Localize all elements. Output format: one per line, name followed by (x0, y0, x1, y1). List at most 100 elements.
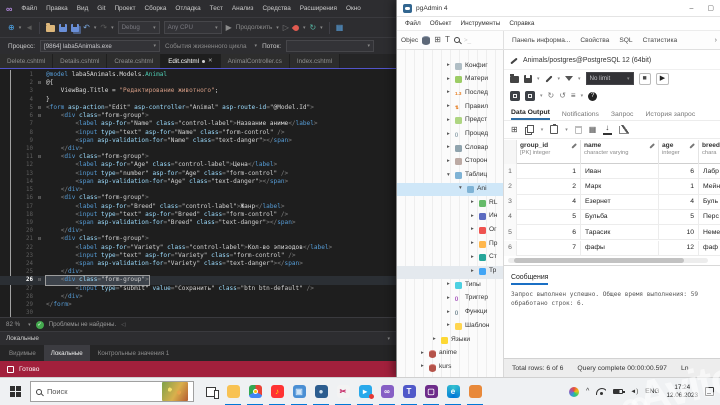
scrollbar-thumb[interactable] (514, 258, 684, 263)
tree-item[interactable]: ▸ Типы (397, 279, 503, 292)
code-line[interactable]: 20 </div> (0, 227, 396, 235)
servers-icon[interactable] (422, 35, 431, 45)
vs-menu-item[interactable]: Файл (21, 5, 37, 12)
vs-menu-item[interactable]: Расширения (300, 5, 337, 12)
column-header[interactable]: age integer (659, 140, 699, 164)
step-icon[interactable]: ▷ (283, 23, 289, 33)
table-cell[interactable]: Неме (699, 225, 720, 240)
table-cell[interactable]: 6 (659, 164, 699, 180)
caret-item[interactable]: ▾ (540, 93, 543, 99)
caret-item[interactable]: ▾ (537, 76, 540, 82)
vs-menu-item[interactable]: Правка (46, 5, 68, 12)
table-row[interactable]: 4 5 Бульба 5 Перс (504, 209, 720, 226)
caret-item[interactable]: ▾ (303, 25, 306, 31)
caret-item[interactable]: ▾ (565, 127, 568, 133)
pg-menu-item[interactable]: Файл (405, 20, 421, 27)
caret-item[interactable]: ▾ (320, 25, 323, 31)
table-cell[interactable]: 7 (517, 240, 581, 256)
messages-tab[interactable]: Сообщения (511, 274, 549, 285)
redo-icon[interactable]: ↷ (100, 23, 107, 33)
tree-item[interactable]: ▾ Таблиц (397, 170, 503, 183)
close-tab-icon[interactable]: ✕ (208, 58, 213, 64)
info-tab[interactable]: SQL (619, 37, 632, 44)
table-cell[interactable]: Перс (699, 210, 720, 225)
table-row[interactable]: 3 4 Езернет 4 Буль (504, 194, 720, 210)
tree-item[interactable]: ▸ Тр (397, 265, 503, 279)
table-row[interactable]: 1 1 Иван 6 Лабр (504, 164, 720, 180)
task-view-button[interactable] (200, 378, 222, 405)
search-icon[interactable] (453, 37, 460, 43)
code-line[interactable]: 12 <label asp-for="Age" class="control-l… (0, 161, 396, 169)
code-line[interactable]: 22 <label asp-for="Variety" class="contr… (0, 244, 396, 252)
tree-item[interactable]: ▸ anime (397, 348, 503, 361)
wifi-icon[interactable] (596, 388, 607, 395)
code-line[interactable]: 19 <span asp-validation-for="Breed" clas… (0, 219, 396, 227)
code-area[interactable]: 1 @model laba5Animals.Models.Animal 2 ⊟ @{3 … (0, 71, 396, 317)
code-line[interactable]: 29 </form> (0, 301, 396, 309)
tree-item[interactable]: ▾ Ani (397, 183, 503, 197)
help-icon[interactable] (588, 91, 598, 101)
back-icon[interactable]: ◄ (25, 23, 33, 33)
process-combo[interactable]: [9864] laba5Animals.exe ▾ (40, 40, 161, 52)
edge[interactable]: e (442, 378, 464, 405)
debug-config-combo[interactable]: Debug ▾ (117, 21, 160, 34)
table-cell[interactable]: фаф (699, 241, 720, 256)
info-tab[interactable]: Свойства (580, 37, 609, 44)
restart-icon[interactable]: ↻ (309, 23, 316, 33)
table-row[interactable]: 5 6 Тарасик 10 Неме (504, 225, 720, 241)
table-grid-icon[interactable]: ⊞ (434, 35, 441, 45)
edit-icon[interactable] (544, 74, 553, 83)
table-cell[interactable]: 10 (659, 225, 699, 241)
table-row[interactable]: 6 7 фафы 12 фаф (504, 240, 720, 256)
language-indicator[interactable]: ENG (645, 388, 659, 395)
code-line[interactable]: 3 ViewBag.Title = "Редактирование животн… (0, 87, 396, 95)
caret-item[interactable]: ▾ (581, 93, 584, 99)
vs-menu-item[interactable]: Средства (262, 5, 290, 12)
caret-item[interactable]: ▾ (19, 25, 22, 31)
editor-tab[interactable]: AnimalController.cs (220, 54, 290, 68)
watch-panel-tab[interactable]: Контрольные значения 1 (91, 345, 177, 361)
parallel-stacks-icon[interactable]: ▦ (336, 23, 344, 33)
tree-item[interactable]: ▸ kurs (397, 361, 503, 374)
zoom-level-combo[interactable]: 82 % (6, 321, 20, 328)
chart-icon[interactable] (619, 124, 631, 134)
search-placeholder[interactable]: Поиск (47, 387, 157, 396)
tree-item[interactable]: ▸ Ог (397, 224, 503, 237)
table-cell[interactable]: Иван (581, 164, 659, 180)
code-line[interactable]: 26 ⊟ <div class="form-group"> (0, 275, 396, 286)
table-row[interactable]: 2 2 Марк 1 Мейн (504, 179, 720, 195)
code-line[interactable]: 17 <label asp-for="Breed" class="control… (0, 203, 396, 211)
download-icon[interactable] (603, 123, 613, 135)
code-line[interactable]: 10 </div> (0, 145, 396, 153)
caret-item[interactable]: ▾ (578, 76, 581, 82)
search-box[interactable]: Поиск (30, 381, 194, 402)
table-cell[interactable]: 1 (517, 164, 581, 180)
copy-icon[interactable] (524, 125, 535, 135)
platform-combo[interactable]: Any CPU ▾ (163, 21, 222, 34)
code-line[interactable]: 1 @model laba5Animals.Models.Animal (0, 71, 396, 79)
clear-icon[interactable]: ≡ (571, 91, 576, 101)
vs-menu-item[interactable]: Сборка (145, 5, 167, 12)
open-folder-icon[interactable] (46, 23, 56, 32)
code-line[interactable]: 9 <span asp-validation-for="Name" class=… (0, 137, 396, 145)
row-number-cell[interactable]: 4 (504, 209, 517, 226)
orange-app[interactable] (464, 378, 486, 405)
pgadmin-titlebar[interactable]: pgAdmin 4 – ▢ (397, 0, 720, 17)
telegram[interactable]: ▸ (354, 378, 376, 405)
table-cell[interactable]: Бульба (581, 209, 659, 226)
pgadmin-app[interactable]: ● (310, 378, 332, 405)
info-tab[interactable]: Статистика (643, 37, 678, 44)
code-line[interactable]: 11 ⊟ <div class="form-group"> (0, 153, 396, 161)
pg-menu-item[interactable]: Объект (430, 20, 452, 27)
table-cell[interactable]: 4 (517, 194, 581, 210)
table-cell[interactable]: Буль (699, 195, 720, 210)
vs-menu-item[interactable]: Тест (210, 5, 223, 12)
commit-icon[interactable]: ↻ (548, 91, 555, 101)
code-line[interactable]: 23 <input type="text" asp-for="Variety" … (0, 252, 396, 260)
row-number-cell[interactable]: 3 (504, 194, 517, 210)
caret-item[interactable]: ▾ (111, 25, 114, 31)
code-line[interactable]: 14 <span asp-validation-for="Age" class=… (0, 178, 396, 186)
vs-menu-item[interactable]: Окно (346, 5, 361, 12)
tree-item[interactable]: ▸ 1.3 Послед (397, 87, 503, 100)
open-file-icon[interactable] (510, 74, 519, 83)
